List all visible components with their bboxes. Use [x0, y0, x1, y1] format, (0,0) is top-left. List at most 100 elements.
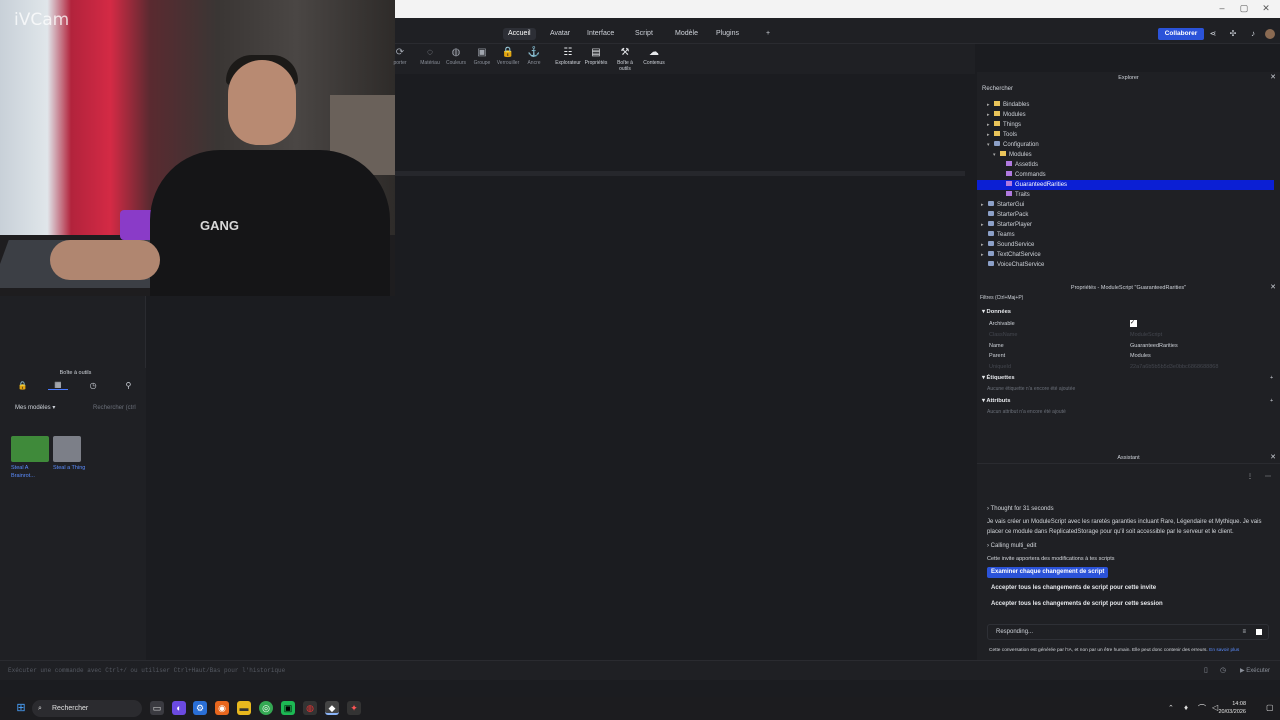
- close-icon[interactable]: ✕: [1270, 72, 1276, 84]
- tab-avatar[interactable]: Avatar: [545, 28, 575, 40]
- history-icon[interactable]: ◷: [1220, 666, 1226, 674]
- bookmark-icon[interactable]: ▯: [1204, 666, 1208, 674]
- tab-interface[interactable]: Interface: [582, 28, 619, 40]
- explorer-item[interactable]: ▸ StarterPlayer: [981, 220, 1032, 230]
- accept-session-button[interactable]: Accepter tous les changements de script …: [987, 599, 1167, 610]
- toolbox-search-input[interactable]: Rechercher (ctrl: [77, 402, 143, 414]
- notification-icon[interactable]: ▢: [1266, 703, 1274, 712]
- explorer-item[interactable]: ▸ Things: [987, 120, 1021, 130]
- toolbox-tab-grid-icon[interactable]: ▦: [47, 380, 68, 390]
- add-tag-button[interactable]: +: [1270, 373, 1273, 383]
- explorer-search-input[interactable]: Rechercher: [977, 84, 1280, 94]
- tool-material[interactable]: ◌ Matériau: [417, 46, 443, 66]
- tray-chevron-icon[interactable]: ⌃: [1168, 704, 1174, 712]
- explorer-item[interactable]: ▸ Tools: [987, 130, 1017, 140]
- minimize-button[interactable]: –: [1213, 2, 1231, 14]
- file-explorer-icon[interactable]: ▬: [237, 701, 251, 715]
- tool-contents[interactable]: ☁ Contenus: [641, 46, 667, 66]
- expand-caret-icon[interactable]: ▾: [987, 140, 994, 150]
- add-tab-button[interactable]: +: [761, 28, 775, 40]
- microphone-icon[interactable]: ♦: [1184, 703, 1188, 712]
- properties-filter-input[interactable]: Filtres (Ctrl+Maj+P): [980, 293, 1023, 303]
- app-green-icon[interactable]: ▣: [281, 701, 295, 715]
- maximize-button[interactable]: ▢: [1235, 2, 1253, 14]
- bell-icon[interactable]: ♪: [1248, 28, 1258, 40]
- toolbox-tab-recent-icon[interactable]: ◷: [83, 381, 103, 390]
- thought-toggle[interactable]: › Thought for 31 seconds: [987, 504, 1054, 514]
- toolbox-filter-dropdown[interactable]: Mes modèles ▾: [10, 403, 72, 413]
- windows-start-icon[interactable]: ⊞: [14, 701, 28, 715]
- tool-explorer[interactable]: ☷ Explorateur: [555, 46, 581, 66]
- tool-group[interactable]: ▣ Groupe: [469, 46, 495, 66]
- assistant-options-icon[interactable]: ⋮: [1247, 472, 1253, 482]
- run-command-button[interactable]: ▶ Exécuter: [1240, 667, 1270, 674]
- prop-name-value[interactable]: GuaranteedRarities: [1130, 341, 1178, 351]
- viewport-scrollbar[interactable]: [966, 84, 975, 660]
- toolbox-model-item[interactable]: Steal a Thing: [53, 436, 95, 472]
- tab-script[interactable]: Script: [630, 28, 658, 40]
- explorer-item[interactable]: Traits: [999, 190, 1030, 200]
- assistant-input[interactable]: Responding... ≡: [987, 624, 1269, 640]
- settings-app-icon[interactable]: ⚙: [193, 701, 207, 715]
- assistant-more-icon[interactable]: ⋯: [1265, 472, 1271, 482]
- close-icon[interactable]: ✕: [1270, 282, 1276, 294]
- explorer-item[interactable]: ▾ Modules: [993, 150, 1032, 160]
- explorer-item[interactable]: ▸ TextChatService: [981, 250, 1041, 260]
- explorer-item[interactable]: ▸ SoundService: [981, 240, 1034, 250]
- toolbox-tab-inventory-icon[interactable]: 🔒: [13, 381, 33, 390]
- explorer-item[interactable]: ▸ StarterGui: [981, 200, 1024, 210]
- tab-modele[interactable]: Modèle: [670, 28, 703, 40]
- section-data[interactable]: ▾ Données: [982, 307, 1011, 317]
- avatar[interactable]: [1265, 29, 1275, 39]
- expand-caret-icon[interactable]: ▸: [981, 220, 988, 230]
- toolbox-model-item[interactable]: Steal A Brainrot...: [11, 436, 53, 480]
- calling-toggle[interactable]: › Calling multi_edit: [987, 541, 1036, 551]
- explorer-item[interactable]: Commands: [999, 170, 1046, 180]
- explorer-item[interactable]: VoiceChatService: [981, 260, 1044, 270]
- volume-icon[interactable]: ◁: [1212, 703, 1218, 712]
- prop-archivable-checkbox[interactable]: ✓: [1130, 320, 1137, 327]
- expand-caret-icon[interactable]: ▸: [987, 120, 994, 130]
- tool-colors[interactable]: ◍ Couleurs: [443, 46, 469, 66]
- explorer-item[interactable]: Teams: [981, 230, 1015, 240]
- explorer-item[interactable]: ▸ Modules: [987, 110, 1026, 120]
- section-tags[interactable]: ▾ Étiquettes: [982, 373, 1015, 383]
- explorer-item[interactable]: ▸ Bindables: [987, 100, 1029, 110]
- close-icon[interactable]: ✕: [1270, 452, 1276, 464]
- prop-parent-value[interactable]: Modules: [1130, 351, 1151, 361]
- expand-caret-icon[interactable]: ▸: [987, 100, 994, 110]
- share-icon[interactable]: ⋖: [1208, 28, 1218, 40]
- task-view-icon[interactable]: ▭: [150, 701, 164, 715]
- firefox-icon[interactable]: ◉: [215, 701, 229, 715]
- app-red-icon[interactable]: ◍: [303, 701, 317, 715]
- learn-more-link[interactable]: En savoir plus: [1209, 648, 1239, 653]
- expand-caret-icon[interactable]: ▸: [987, 110, 994, 120]
- app-icon[interactable]: ◐: [172, 701, 186, 715]
- taskbar-search[interactable]: ⌕ Rechercher: [32, 700, 142, 717]
- tool-toolbox[interactable]: ⚒ Boîte à outils: [612, 46, 638, 72]
- add-attribute-button[interactable]: +: [1270, 396, 1273, 406]
- chrome-icon[interactable]: ◎: [259, 701, 273, 715]
- tool-anchor[interactable]: ⚓ Ancre: [521, 46, 547, 66]
- network-icon[interactable]: ✣: [1228, 28, 1238, 40]
- explorer-item[interactable]: GuaranteedRarities: [977, 180, 1274, 190]
- command-input-placeholder[interactable]: Exécuter une commande avec Ctrl+/ ou uti…: [8, 667, 285, 674]
- close-window-button[interactable]: ✕: [1257, 2, 1275, 14]
- explorer-item[interactable]: ▾ Configuration: [987, 140, 1039, 150]
- command-bar[interactable]: Exécuter une commande avec Ctrl+/ ou uti…: [0, 660, 1280, 680]
- roblox-studio-icon[interactable]: ◆: [325, 701, 339, 715]
- explorer-item[interactable]: AssetIds: [999, 160, 1038, 170]
- app-icon-2[interactable]: ✦: [347, 701, 361, 715]
- tab-accueil[interactable]: Accueil: [503, 28, 536, 40]
- wifi-icon[interactable]: ⌒: [1198, 703, 1206, 714]
- expand-caret-icon[interactable]: ▾: [993, 150, 1000, 160]
- accept-prompt-button[interactable]: Accepter tous les changements de script …: [987, 583, 1160, 594]
- tab-plugins[interactable]: Plugins: [711, 28, 744, 40]
- expand-caret-icon[interactable]: ▸: [981, 250, 988, 260]
- system-clock[interactable]: 14:08 20/03/2026: [1218, 700, 1246, 716]
- tool-lock[interactable]: 🔒 Verrouiller: [495, 46, 521, 66]
- expand-caret-icon[interactable]: ▸: [981, 200, 988, 210]
- expand-caret-icon[interactable]: ▸: [987, 130, 994, 140]
- toolbox-tab-pin-icon[interactable]: ⚲: [118, 381, 138, 390]
- expand-caret-icon[interactable]: ▸: [981, 240, 988, 250]
